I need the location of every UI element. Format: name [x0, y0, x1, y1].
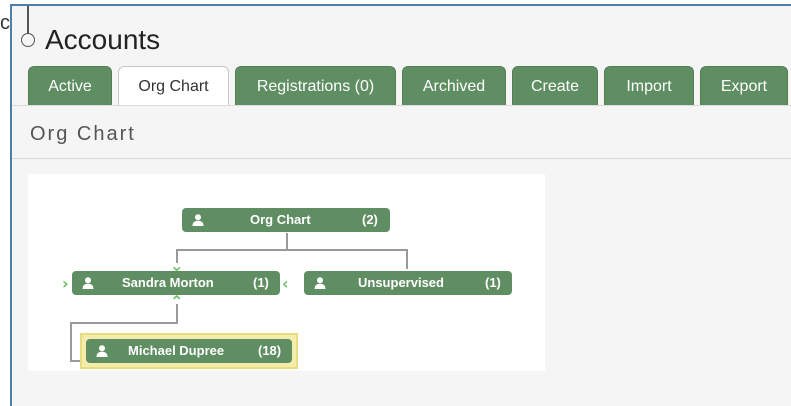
tab-import[interactable]: Import [604, 66, 694, 106]
tab-create[interactable]: Create [512, 66, 598, 106]
connector-sub-drop [70, 322, 72, 362]
org-node-root-count: (2) [362, 212, 378, 227]
ghost-overlay [60, 10, 780, 40]
expand-up-arrow-icon[interactable]: ⌃ [170, 294, 183, 310]
connector-root-down [286, 233, 288, 249]
collapse-right-arrow-icon[interactable]: ‹ [282, 276, 289, 292]
stray-letter: c [0, 12, 10, 34]
org-node-michael-label: Michael Dupree [128, 343, 225, 358]
org-node-root-label: Org Chart [250, 212, 311, 227]
person-icon [192, 214, 204, 226]
org-node-unsupervised-count: (1) [485, 275, 501, 290]
org-node-root[interactable]: Org Chart (2) [182, 208, 390, 232]
person-icon [314, 277, 326, 289]
tab-export[interactable]: Export [700, 66, 788, 106]
tabs-underline [12, 105, 791, 106]
connector-right-drop [406, 249, 408, 269]
tab-registrations[interactable]: Registrations (0) [235, 66, 396, 106]
org-node-sandra-morton[interactable]: Sandra Morton (1) [72, 271, 280, 295]
person-icon [82, 277, 94, 289]
person-icon [96, 345, 108, 357]
org-node-michael-count: (18) [258, 343, 282, 358]
section-divider [12, 158, 791, 159]
tab-active[interactable]: Active [28, 66, 112, 106]
tab-org-chart[interactable]: Org Chart [118, 66, 229, 106]
cursor-line [27, 6, 29, 34]
org-node-unsupervised[interactable]: Unsupervised (1) [304, 271, 512, 295]
tab-archived[interactable]: Archived [402, 66, 506, 106]
collapse-left-arrow-icon[interactable]: › [62, 276, 69, 292]
section-title: Org Chart [30, 123, 136, 145]
page-title: Accounts [45, 24, 161, 55]
org-node-unsupervised-label: Unsupervised [358, 275, 444, 290]
org-node-michael-dupree[interactable]: Michael Dupree (18) [86, 339, 292, 363]
org-node-sandra-label: Sandra Morton [122, 275, 214, 290]
org-node-sandra-count: (1) [253, 275, 269, 290]
cursor-circle-icon [21, 33, 35, 47]
connector-sub-horizontal [70, 322, 178, 324]
connector-horizontal [176, 249, 408, 251]
